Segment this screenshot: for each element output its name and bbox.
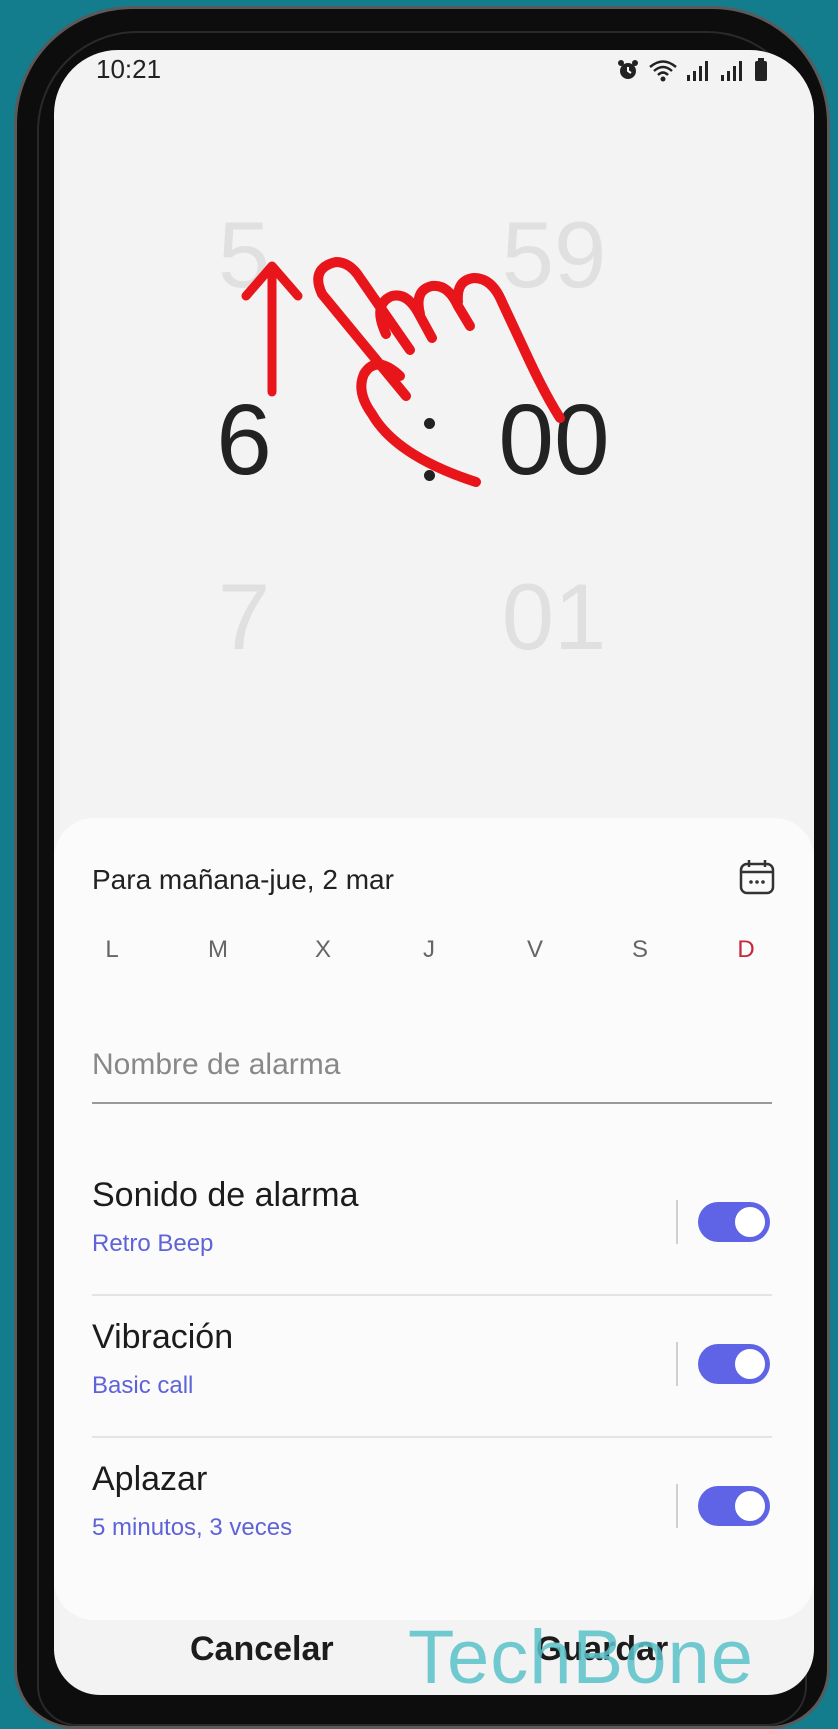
snooze-toggle[interactable] — [698, 1486, 770, 1526]
cancel-button[interactable]: Cancelar — [190, 1630, 334, 1669]
toggle-knob — [733, 1205, 767, 1239]
hour-prev[interactable]: 5 — [184, 208, 304, 302]
hour-next[interactable]: 7 — [184, 570, 304, 664]
techbone-watermark: TechBone — [408, 1615, 755, 1700]
divider — [676, 1484, 678, 1528]
divider — [676, 1200, 678, 1244]
day-monday[interactable]: L — [92, 936, 132, 964]
day-sunday[interactable]: D — [726, 936, 766, 964]
hour-current[interactable]: 6 — [184, 390, 304, 490]
divider — [676, 1342, 678, 1386]
setting-title: Vibración — [92, 1318, 234, 1356]
setting-title: Sonido de alarma — [92, 1176, 359, 1214]
day-tuesday[interactable]: M — [198, 936, 238, 964]
toggle-knob — [733, 1489, 767, 1523]
day-friday[interactable]: V — [515, 936, 555, 964]
setting-subtitle: 5 minutos, 3 veces — [92, 1514, 293, 1541]
minute-next[interactable]: 01 — [474, 570, 634, 664]
alarm-edit-screen: 10:21 5 6 7 59 00 01 Para mañana-jue, 2 … — [54, 50, 814, 1695]
setting-vibration[interactable]: Vibración Basic call — [92, 1298, 772, 1438]
battery-icon — [755, 58, 767, 81]
weekday-selector: L M X J V S D — [92, 936, 782, 976]
alarm-icon — [618, 60, 638, 79]
setting-title: Aplazar — [92, 1460, 208, 1498]
setting-subtitle: Retro Beep — [92, 1230, 214, 1257]
wifi-icon — [649, 60, 677, 82]
minute-prev[interactable]: 59 — [474, 208, 634, 302]
date-label: Para mañana-jue, 2 mar — [92, 864, 394, 895]
alarm-name-input[interactable] — [92, 1042, 772, 1104]
setting-snooze[interactable]: Aplazar 5 minutos, 3 veces — [92, 1440, 772, 1580]
signal-icon — [687, 61, 708, 81]
calendar-icon[interactable] — [738, 858, 776, 896]
day-wednesday[interactable]: X — [303, 936, 343, 964]
time-separator — [424, 410, 436, 490]
minute-current[interactable]: 00 — [464, 390, 644, 490]
alarm-sound-toggle[interactable] — [698, 1202, 770, 1242]
status-time: 10:21 — [96, 54, 162, 84]
signal-icon — [721, 61, 742, 81]
status-icons — [616, 58, 768, 82]
toggle-knob — [733, 1347, 767, 1381]
alarm-settings-sheet: Para mañana-jue, 2 mar L M X J V S D Son… — [54, 818, 814, 1620]
day-thursday[interactable]: J — [409, 936, 449, 964]
vibration-toggle[interactable] — [698, 1344, 770, 1384]
setting-alarm-sound[interactable]: Sonido de alarma Retro Beep — [92, 1156, 772, 1296]
status-bar: 10:21 — [54, 50, 814, 110]
day-saturday[interactable]: S — [620, 936, 660, 964]
setting-subtitle: Basic call — [92, 1372, 194, 1399]
